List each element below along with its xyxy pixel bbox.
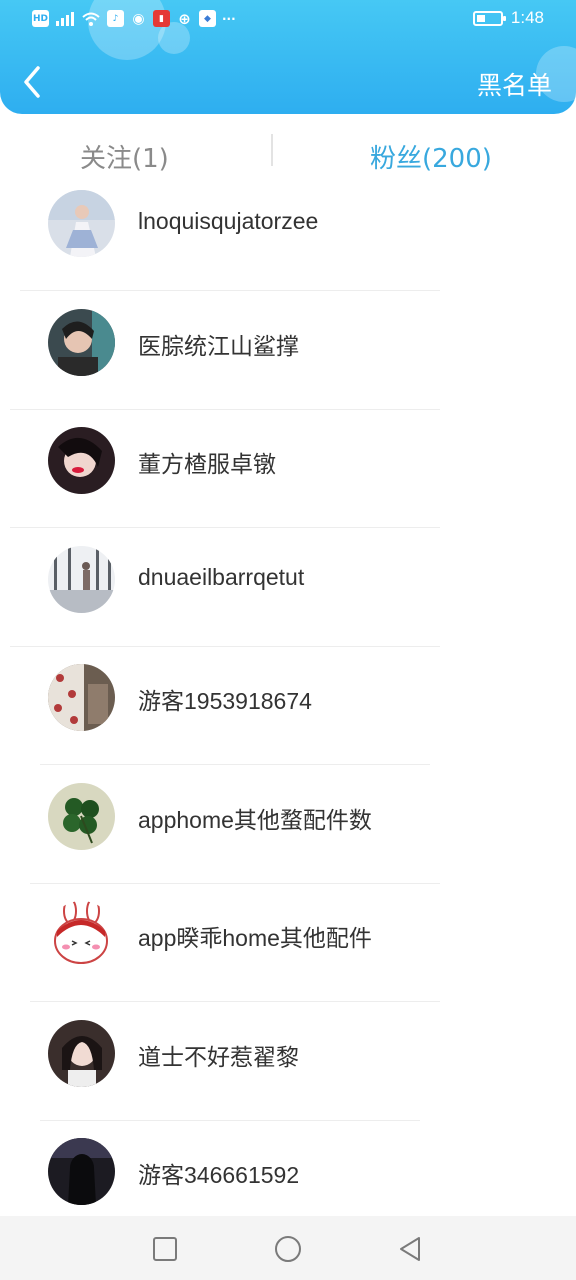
girl-in-white-dress-avatar[interactable]	[48, 190, 115, 257]
list-item[interactable]: dnuaeilbarrqetut	[0, 544, 576, 663]
more-notifications-icon: ···	[222, 11, 236, 26]
list-item[interactable]: app暌乖home其他配件	[0, 899, 576, 1018]
user-name: 游客346661592	[138, 1162, 300, 1188]
back-button[interactable]	[18, 64, 48, 100]
music-icon: ♪	[107, 10, 124, 27]
divider	[10, 408, 440, 410]
divider	[10, 527, 440, 528]
girl-red-lips-avatar[interactable]	[48, 427, 115, 494]
tab-bar: 关注(1) 粉丝(200)	[0, 128, 576, 188]
list-item[interactable]: apphome其他蝥配件数	[0, 781, 576, 900]
divider	[20, 290, 440, 291]
list-item[interactable]: 道士不好惹翟黎	[0, 1018, 576, 1137]
four-leaf-clover-avatar[interactable]	[48, 782, 115, 850]
user-name: lnoquisqujatorzee	[138, 208, 319, 234]
user-name: apphome其他蝥配件数	[138, 806, 372, 833]
list-item[interactable]: 游客1953918674	[0, 662, 576, 781]
divider	[40, 764, 430, 765]
battery-level	[476, 14, 485, 22]
circle-icon	[275, 1236, 301, 1262]
battery-icon	[472, 10, 506, 26]
user-name: 医腙统江山鲨撑	[138, 332, 299, 359]
patterned-fabric-avatar[interactable]	[48, 664, 115, 731]
wechat-icon: ◉	[132, 10, 145, 27]
clock: 1:48	[510, 8, 544, 27]
square-icon	[153, 1237, 177, 1261]
tab-divider	[271, 134, 273, 166]
system-nav-bar	[0, 1216, 576, 1280]
divider	[40, 1119, 420, 1121]
back-nav-button[interactable]	[395, 1234, 425, 1264]
app-header: HD ♪ ◉ ▮ ⊕ ◆ ··· 1:48 黑名单	[0, 0, 576, 114]
signal-icon	[56, 11, 74, 26]
list-item[interactable]: lnoquisqujatorzee	[0, 188, 576, 307]
home-button[interactable]	[273, 1234, 303, 1264]
user-name: 董方楂服卓镦	[138, 451, 276, 477]
divider	[10, 645, 440, 647]
blacklist-button[interactable]: 黑名单	[477, 66, 552, 102]
divider	[30, 882, 440, 884]
user-name: app暌乖home其他配件	[138, 925, 372, 951]
long-hair-back-avatar[interactable]	[48, 1138, 115, 1205]
chevron-left-icon	[24, 66, 40, 98]
user-name: dnuaeilbarrqetut	[138, 563, 305, 590]
hd-icon: HD	[32, 10, 49, 27]
fans-list: lnoquisqujatorzee 医腙统江山鲨撑 董方楂服卓镦 dnuaeil…	[0, 188, 576, 1255]
wifi-icon	[82, 12, 100, 26]
blue-app-icon: ◆	[199, 10, 216, 27]
girl-selfie-avatar[interactable]	[48, 308, 115, 376]
red-app-icon: ▮	[153, 10, 170, 27]
user-name: 道士不好惹翟黎	[138, 1043, 299, 1070]
triangle-back-icon	[400, 1237, 420, 1261]
globe-icon: ⊕	[178, 9, 191, 28]
list-item[interactable]: 医腙统江山鲨撑	[0, 307, 576, 426]
list-item[interactable]: 董方楂服卓镦	[0, 425, 576, 544]
silhouette-window-avatar[interactable]	[48, 545, 115, 613]
user-name: 游客1953918674	[138, 688, 312, 714]
cartoon-bunny-avatar[interactable]	[48, 901, 115, 968]
tab-following[interactable]: 关注(1)	[80, 138, 169, 175]
girl-portrait-avatar[interactable]	[48, 1019, 115, 1087]
status-bar: HD ♪ ◉ ▮ ⊕ ◆ ··· 1:48	[0, 0, 576, 40]
tab-fans[interactable]: 粉丝(200)	[370, 138, 492, 175]
divider	[30, 1001, 440, 1002]
recent-apps-button[interactable]	[150, 1234, 180, 1264]
